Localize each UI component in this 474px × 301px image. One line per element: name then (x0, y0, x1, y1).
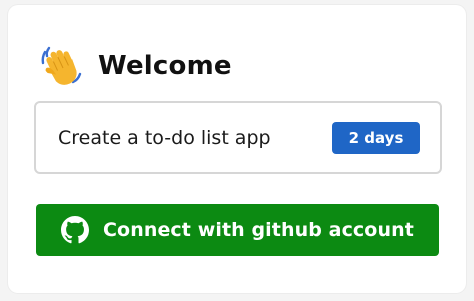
page-title: Welcome (98, 51, 232, 81)
welcome-card: Welcome Create a to-do list app 2 days C… (8, 5, 466, 293)
task-item[interactable]: Create a to-do list app 2 days (34, 101, 442, 174)
connect-github-button[interactable]: Connect with github account (36, 204, 439, 256)
github-icon (60, 215, 90, 245)
task-title: Create a to-do list app (58, 126, 271, 149)
waving-hand-icon (38, 43, 84, 89)
welcome-header: Welcome (38, 43, 232, 89)
connect-github-label: Connect with github account (103, 219, 414, 241)
duration-badge: 2 days (332, 121, 420, 154)
